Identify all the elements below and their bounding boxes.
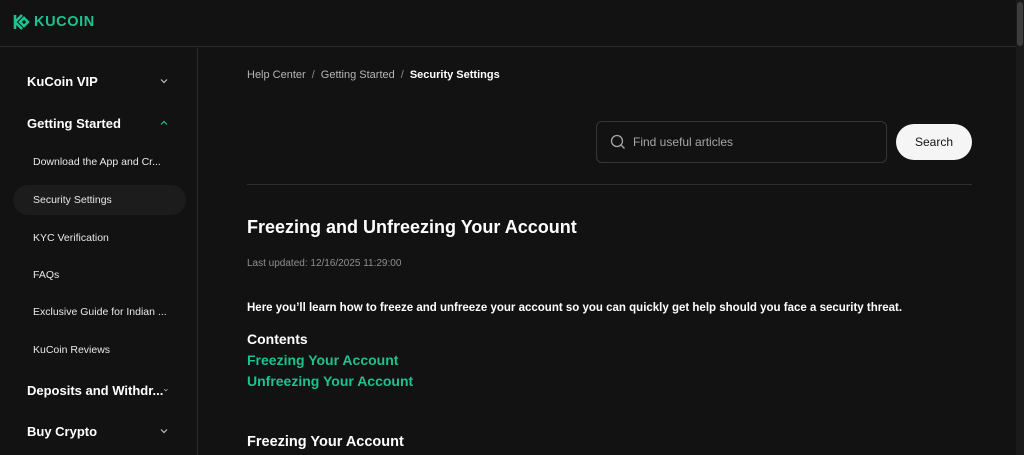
breadcrumb-separator: / [311, 69, 315, 81]
sidebar-group-deposits-withdrawals[interactable]: Deposits and Withdr... [27, 379, 169, 401]
search-button[interactable]: Search [896, 124, 972, 160]
content-divider [247, 184, 972, 185]
page-scrollbar[interactable] [1016, 0, 1024, 455]
brand-name: KUCOIN [34, 14, 95, 30]
search-icon [610, 134, 625, 149]
sidebar-item-kucoin-reviews[interactable]: KuCoin Reviews [13, 335, 186, 365]
search-box[interactable] [596, 121, 887, 163]
chevron-down-icon [160, 429, 168, 434]
sidebar-item-faqs[interactable]: FAQs [13, 260, 186, 290]
breadcrumb-separator: / [400, 69, 404, 81]
sidebar-item-kyc-verification[interactable]: KYC Verification [13, 223, 186, 253]
contents-heading: Contents [247, 331, 308, 347]
sidebar-group-label: Getting Started [27, 115, 121, 131]
sidebar-item-indian-guide[interactable]: Exclusive Guide for Indian ... [13, 297, 186, 327]
chevron-down-icon [160, 79, 168, 84]
sidebar-group-label: Buy Crypto [27, 423, 98, 439]
sidebar-group-kucoin-vip[interactable]: KuCoin VIP [27, 70, 169, 92]
sidebar-item-download-app[interactable]: Download the App and Cr... [13, 147, 186, 177]
sidebar-item-label: Security Settings [33, 194, 112, 206]
article-intro: Here you’ll learn how to freeze and unfr… [247, 302, 903, 314]
breadcrumb-getting-started[interactable]: Getting Started [321, 69, 395, 81]
toc-link-freezing[interactable]: Freezing Your Account [247, 352, 398, 368]
top-header: KUCOIN [0, 0, 1016, 47]
sidebar-item-label: KuCoin Reviews [33, 344, 111, 356]
sidebar-group-label: KuCoin VIP [27, 73, 98, 89]
chevron-down-icon [164, 388, 169, 392]
sidebar-item-label: KYC Verification [33, 232, 109, 244]
search-input[interactable] [633, 135, 873, 149]
section-heading: Freezing Your Account [247, 434, 404, 450]
sidebar-group-label: Deposits and Withdr... [27, 382, 164, 398]
article-title: Freezing and Unfreezing Your Account [247, 217, 577, 237]
sidebar: KuCoin VIP Getting Started Download the … [0, 48, 198, 455]
last-updated: Last updated: 12/16/2025 11:29:00 [247, 258, 402, 269]
breadcrumb-help-center[interactable]: Help Center [247, 69, 306, 81]
breadcrumb: Help Center / Getting Started / Security… [247, 69, 500, 81]
sidebar-group-getting-started[interactable]: Getting Started [27, 112, 169, 134]
sidebar-group-buy-crypto[interactable]: Buy Crypto [27, 420, 169, 442]
chevron-up-icon [160, 120, 168, 125]
sidebar-item-security-settings[interactable]: Security Settings [13, 185, 186, 215]
kucoin-logo-icon [13, 14, 30, 30]
toc-link-unfreezing[interactable]: Unfreezing Your Account [247, 373, 413, 389]
sidebar-item-label: Download the App and Cr... [33, 156, 161, 168]
sidebar-item-label: Exclusive Guide for Indian ... [33, 306, 167, 318]
sidebar-item-label: FAQs [33, 269, 60, 281]
breadcrumb-current: Security Settings [409, 69, 500, 81]
kucoin-logo[interactable]: KUCOIN [12, 13, 95, 31]
scrollbar-thumb[interactable] [1017, 2, 1023, 46]
